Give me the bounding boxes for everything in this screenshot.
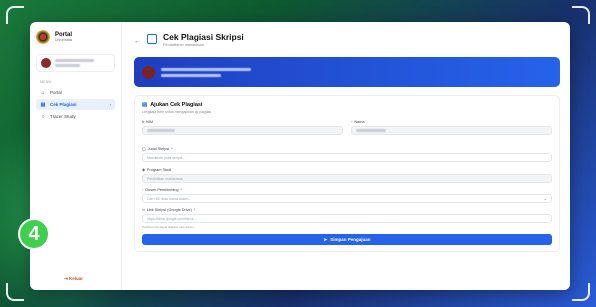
link-label-text: Link Skripsi (Google Drive) xyxy=(146,208,192,212)
university-logo-icon xyxy=(36,30,50,44)
nama-label-text: Nama xyxy=(354,120,365,124)
sidebar-item-label: Portal xyxy=(50,90,62,95)
sidebar-item-cek-plagiasi[interactable]: ▤ Cek Plagiasi › xyxy=(36,99,115,110)
sidebar: Portal Universitas MENU ⌂ Portal ▤ Cek P… xyxy=(30,22,122,290)
form-subtitle: Lengkapi form untuk mengajukan uji plagi… xyxy=(142,110,213,114)
page-subtitle: Pendaftaran mahasiswa xyxy=(163,43,204,47)
required-mark: * xyxy=(180,188,182,192)
search-icon: ○ xyxy=(41,113,45,120)
chevron-right-icon: › xyxy=(109,102,111,107)
banner-info-redacted xyxy=(161,73,221,77)
nim-field xyxy=(142,126,343,135)
nim-value-redacted xyxy=(147,129,175,132)
form-title: ▤ Ajukan Cek Plagiasi xyxy=(142,102,552,108)
banner-name-redacted xyxy=(161,67,251,71)
link-icon: ∞ xyxy=(142,208,145,212)
document-icon: ▤ xyxy=(142,102,148,108)
user-card[interactable] xyxy=(36,54,115,72)
page-title: Cek Plagiasi Skripsi xyxy=(163,32,244,42)
menu-section-label: MENU xyxy=(40,80,52,84)
frame-corner-top-right xyxy=(572,6,590,24)
dosen-placeholder: Cari NID atau nama dosen... xyxy=(147,196,192,201)
form-title-text: Ajukan Cek Plagiasi xyxy=(150,102,203,108)
back-arrow-icon[interactable]: ← xyxy=(134,38,141,45)
nama-value-redacted xyxy=(356,129,386,132)
nama-field xyxy=(351,126,552,135)
document-icon: ▤ xyxy=(40,101,46,108)
judul-label: ▢ Judul Skripsi * xyxy=(142,146,552,152)
step-number-badge: 4 xyxy=(20,220,48,248)
judul-input[interactable]: Masukkan judul skripsi... xyxy=(142,153,552,162)
link-note: Pastikan link dapat diakses oleh admin. xyxy=(142,225,195,229)
dosen-label-text: Dosen Pembimbing xyxy=(145,188,179,192)
nama-label: ◦ Nama xyxy=(351,120,552,124)
page-header: ← Cek Plagiasi Skripsi Pendaftaran mahas… xyxy=(134,32,560,47)
home-icon: ⌂ xyxy=(41,89,45,96)
frame-corner-bottom-left xyxy=(6,283,24,301)
dosen-select[interactable]: Cari NID atau nama dosen... ⌄ xyxy=(142,194,552,203)
sidebar-item-portal[interactable]: ⌂ Portal xyxy=(36,87,115,98)
link-label: ∞ Link Skripsi (Google Drive) * xyxy=(142,208,552,212)
nim-label-text: NIM xyxy=(146,120,154,124)
avatar xyxy=(41,58,51,68)
logout-button[interactable]: ⇥ Keluar xyxy=(64,276,83,282)
chevron-down-icon: ⌄ xyxy=(543,196,547,201)
document-icon xyxy=(147,34,157,44)
frame-corner-bottom-right xyxy=(572,283,590,301)
graduation-cap-icon: ◈ xyxy=(142,168,145,172)
book-icon: ▢ xyxy=(142,147,146,151)
user-name-redacted xyxy=(55,59,94,62)
app-window: Portal Universitas MENU ⌂ Portal ▤ Cek P… xyxy=(30,22,570,290)
required-mark: * xyxy=(171,146,173,151)
send-icon: ➤ xyxy=(323,236,328,242)
avatar xyxy=(142,65,155,79)
user-icon: ◦ xyxy=(142,188,144,192)
frame-corner-top-left xyxy=(6,6,24,24)
submit-label: Simpan Pengajuan xyxy=(330,237,371,242)
plagiarism-form-card: ▤ Ajukan Cek Plagiasi Lengkapi form untu… xyxy=(134,95,560,252)
prodi-label-text: Program Studi xyxy=(146,167,172,172)
dosen-label: ◦ Dosen Pembimbing * xyxy=(142,188,552,192)
id-icon: # xyxy=(142,120,145,124)
submit-button[interactable]: ➤ Simpan Pengajuan xyxy=(142,234,552,245)
nim-label: # NIM xyxy=(142,120,343,124)
brand[interactable]: Portal Universitas xyxy=(36,30,115,44)
prodi-label: ◈ Program Studi xyxy=(142,167,552,173)
logout-label: Keluar xyxy=(69,276,84,281)
sidebar-item-label: Cek Plagiasi xyxy=(50,102,77,107)
profile-banner xyxy=(134,57,560,87)
brand-subtitle: Universitas xyxy=(55,38,73,42)
required-mark: * xyxy=(193,208,196,212)
prodi-field: Pendidikan mahasiswa xyxy=(142,174,552,183)
main-content: ← Cek Plagiasi Skripsi Pendaftaran mahas… xyxy=(122,22,570,290)
user-icon: ◦ xyxy=(351,120,353,124)
judul-label-text: Judul Skripsi xyxy=(147,146,170,151)
user-id-redacted xyxy=(55,64,80,67)
sidebar-item-label: Tracer Study xyxy=(50,114,76,119)
sidebar-item-tracer-study[interactable]: ○ Tracer Study xyxy=(36,111,115,122)
link-input[interactable]: https://drive.google.com/file/d/... xyxy=(142,214,552,223)
